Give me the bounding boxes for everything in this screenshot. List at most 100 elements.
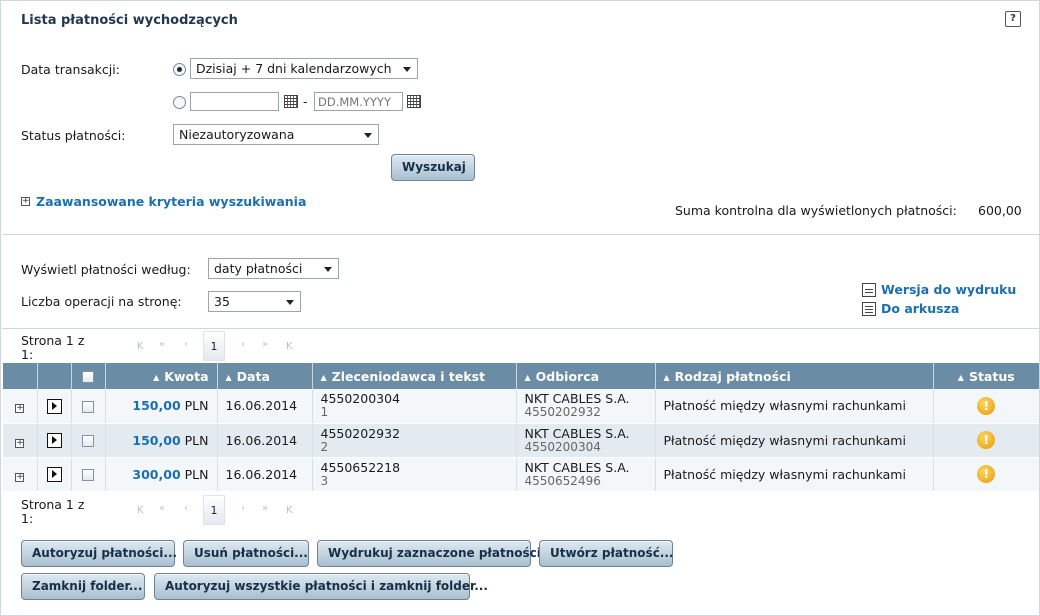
printer-icon[interactable]: [862, 283, 876, 297]
date-cell: 16.06.2014: [217, 389, 313, 424]
expand-icon[interactable]: +: [15, 472, 25, 482]
sort-select[interactable]: daty płatności: [208, 258, 339, 279]
status-value: Niezautoryzowana: [179, 127, 295, 142]
per-page-label: Liczba operacji na stronę:: [21, 294, 182, 309]
export-sheet-link[interactable]: Do arkusza: [881, 301, 959, 316]
next-fast-icon[interactable]: »: [262, 503, 268, 514]
select-all-checkbox[interactable]: [82, 371, 94, 383]
amount-link[interactable]: 300,00: [132, 467, 180, 482]
row-checkbox[interactable]: [82, 469, 94, 481]
row-action-cell: [37, 389, 72, 424]
next-page-icon[interactable]: ›: [241, 503, 245, 514]
print-selected-button[interactable]: Wydrukuj zaznaczone płatności: [317, 540, 541, 567]
question-icon[interactable]: ?: [1005, 11, 1021, 27]
table-row[interactable]: + 300,00 PLN 16.06.2014 4550652218 3 NKT …: [3, 457, 1039, 492]
date-cell: 16.06.2014: [217, 423, 313, 458]
expand-icon[interactable]: +: [15, 404, 25, 414]
recipient-name: NKT CABLES S.A.: [524, 459, 630, 475]
currency: PLN: [184, 432, 209, 448]
pager-label: Strona 1 z 1:: [21, 498, 84, 526]
next-page-icon[interactable]: ›: [241, 339, 245, 350]
col-recipient[interactable]: ▲ Odbiorca: [516, 363, 656, 389]
delete-payments-button[interactable]: Usuń płatności...: [183, 540, 309, 567]
table-header-row: ▲ Kwota ▲ Data ▲ Zleceniodawca i tekst ▲ Odb…: [3, 363, 1039, 389]
sort-up-icon: ▲: [524, 372, 531, 382]
expand-icon[interactable]: +: [21, 197, 30, 206]
pager-label-line1: Strona 1 z: [21, 333, 85, 348]
col-status[interactable]: ▲ Status: [933, 363, 1039, 389]
checksum-value: 600,00: [978, 203, 1022, 218]
col-amount[interactable]: ▲ Kwota: [105, 363, 218, 389]
current-page[interactable]: 1: [203, 495, 225, 525]
prev-fast-icon[interactable]: «: [159, 339, 165, 350]
status-select[interactable]: Niezautoryzowana: [173, 124, 379, 145]
chevron-down-icon: [324, 267, 332, 272]
date-preset-radio[interactable]: [173, 63, 186, 76]
type-cell: Płatność między własnymi rachunkami: [655, 457, 934, 492]
next-fast-icon[interactable]: »: [262, 339, 268, 350]
payer-text: 3: [320, 473, 329, 488]
row-action-cell: [37, 457, 72, 492]
calendar-icon[interactable]: [284, 95, 298, 108]
play-icon[interactable]: [46, 467, 62, 482]
advanced-search-link[interactable]: Zaawansowane kryteria wyszukiwania: [36, 194, 306, 209]
col-payer[interactable]: ▲ Zleceniodawca i tekst: [312, 363, 517, 389]
row-expand-cell: +: [3, 423, 38, 458]
date-label: Data transakcji:: [21, 62, 120, 77]
divider: [2, 234, 1040, 235]
calendar-icon[interactable]: [407, 95, 421, 108]
spreadsheet-icon[interactable]: [862, 302, 876, 316]
table-row[interactable]: + 150,00 PLN 16.06.2014 4550200304 1 NKT …: [3, 389, 1039, 424]
row-checkbox[interactable]: [82, 400, 94, 413]
payer-cell: 4550652218 3: [312, 457, 517, 492]
payer-account: 4550202932: [320, 425, 401, 441]
date-from-input[interactable]: [190, 92, 279, 111]
close-folder-button[interactable]: Zamknij folder...: [21, 573, 145, 600]
type-cell: Płatność między własnymi rachunkami: [655, 423, 934, 458]
warning-icon: !: [977, 431, 996, 449]
prev-page-icon[interactable]: ‹: [184, 503, 188, 514]
col-action: [37, 363, 72, 389]
current-page[interactable]: 1: [203, 331, 225, 361]
table-row[interactable]: + 150,00 PLN 16.06.2014 4550202932 2 NKT …: [3, 423, 1039, 458]
row-expand-cell: +: [3, 389, 38, 424]
expand-icon[interactable]: +: [15, 438, 25, 448]
amount-link[interactable]: 150,00: [132, 433, 180, 448]
create-payment-button[interactable]: Utwórz płatność...: [539, 540, 674, 567]
date-preset-select[interactable]: Dzisiaj + 7 dni kalendarzowych: [190, 58, 418, 79]
row-expand-cell: +: [3, 457, 38, 492]
prev-fast-icon[interactable]: «: [159, 503, 165, 514]
amount-link[interactable]: 150,00: [132, 398, 180, 413]
last-page-icon[interactable]: K: [286, 341, 293, 352]
date-to-input[interactable]: [314, 92, 403, 111]
payer-account: 4550652218: [320, 459, 401, 475]
col-date[interactable]: ▲ Data: [217, 363, 313, 389]
date-range-radio[interactable]: [173, 96, 186, 109]
authorize-all-close-folder-button[interactable]: Autoryzuj wszystkie płatności i zamknij …: [154, 573, 488, 600]
play-icon[interactable]: [46, 398, 62, 414]
recipient-name: NKT CABLES S.A.: [524, 391, 630, 407]
recipient-account: 4550652496: [524, 473, 601, 488]
sort-up-icon: ▲: [153, 372, 160, 382]
warning-icon: !: [977, 465, 996, 483]
pager-label: Strona 1 z 1:: [21, 334, 84, 362]
first-page-icon[interactable]: K: [137, 505, 144, 516]
first-page-icon[interactable]: K: [137, 341, 144, 352]
search-button[interactable]: Wyszukaj: [391, 154, 475, 181]
play-icon[interactable]: [46, 433, 62, 448]
amount-cell: 150,00 PLN: [105, 423, 218, 458]
checksum-label: Suma kontrolna dla wyświetlonych płatnoś…: [675, 203, 957, 218]
row-checkbox[interactable]: [82, 435, 94, 447]
sort-up-icon: ▲: [225, 372, 232, 382]
per-page-select[interactable]: 35: [208, 291, 301, 312]
payer-cell: 4550202932 2: [312, 423, 517, 458]
col-type[interactable]: ▲ Rodzaj płatności: [655, 363, 934, 389]
prev-page-icon[interactable]: ‹: [184, 339, 188, 350]
print-version-link[interactable]: Wersja do wydruku: [881, 282, 1016, 297]
authorize-payments-button[interactable]: Autoryzuj płatności...: [21, 540, 177, 567]
currency: PLN: [184, 466, 209, 482]
recipient-cell: NKT CABLES S.A. 4550652496: [516, 457, 656, 492]
type-cell: Płatność między własnymi rachunkami: [655, 389, 934, 424]
last-page-icon[interactable]: K: [286, 505, 293, 516]
row-action-cell: [37, 423, 72, 458]
